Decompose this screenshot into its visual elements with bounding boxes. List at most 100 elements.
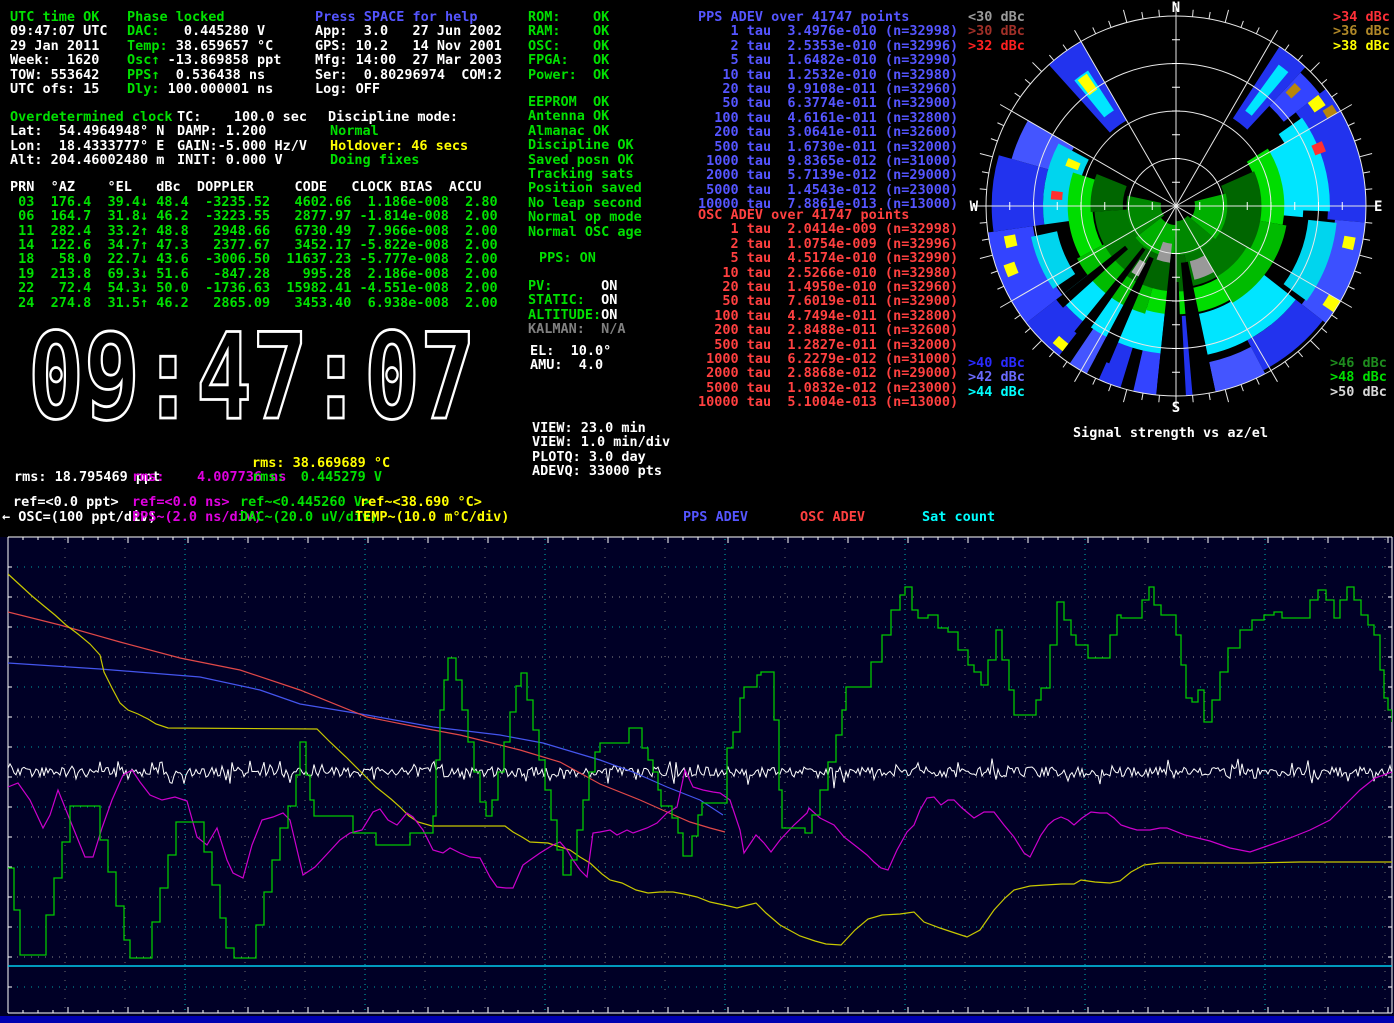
azimuth-tick <box>1360 153 1373 156</box>
sat-table-header: PRN °AZ °EL dBc DOPPLER CODE CLOCK BIAS … <box>10 180 481 194</box>
legend-gt34: >34 dBc <box>1333 10 1390 24</box>
azimuth-tick <box>1025 328 1030 332</box>
pps-adev-table-title: PPS ADEV over 41747 points <box>698 10 909 24</box>
legend-gt42: >42 dBc <box>968 370 1025 384</box>
osc-adev-table-row: 200 tau 2.8488e-011 (n=32600) <box>698 323 958 337</box>
osc-adev-table-row: 100 tau 4.7494e-011 (n=32800) <box>698 309 958 323</box>
legend-gt32: >32 dBc <box>968 39 1025 53</box>
pps-adev-table-row: 100 tau 4.6161e-011 (n=32800) <box>698 111 958 125</box>
osc-age-status: Normal OSC age <box>528 225 642 239</box>
azimuth-tick <box>1123 10 1126 23</box>
pps-adev-table-row: 2000 tau 5.7139e-012 (n=29000) <box>698 168 958 182</box>
lady-heather-screen: NSEW UTC time OK09:47:07 UTC29 Jan 2011W… <box>0 0 1394 1023</box>
lat: Lat: 54.4964948° N <box>10 124 164 138</box>
discipline-mode-label: Discipline mode: <box>328 110 458 124</box>
mfg-date: Mfg: 14:00 27 Mar 2003 <box>315 53 502 67</box>
legend-gt30: >30 dBc <box>968 24 1025 38</box>
tow: TOW: 553642 <box>10 68 99 82</box>
tracking-status: Tracking sats <box>528 167 634 181</box>
ref-osc: ref=<0.0 ppt> <box>13 495 119 509</box>
azimuth-tick <box>997 123 1003 126</box>
azimuth-tick <box>1093 27 1096 33</box>
osc-adev-table-row: 500 tau 1.2827e-011 (n=32000) <box>698 338 958 352</box>
azimuth-tick <box>1348 286 1354 289</box>
azimuth-tick <box>1365 189 1372 190</box>
discipline-status: Discipline OK <box>528 138 634 152</box>
azimuth-tick <box>1271 30 1278 41</box>
osc-adev-table-title: OSC ADEV over 41747 points <box>698 208 909 222</box>
azimuth-tick <box>1256 378 1259 384</box>
legend-gt46: >46 dBc <box>1330 356 1387 370</box>
damp: DAMP: 1.200 <box>177 124 266 138</box>
plot-queue: PLOTQ: 3.0 day <box>532 450 646 464</box>
digital-clock: 09:47:07 <box>28 308 476 446</box>
azimuth-tick <box>1363 239 1370 240</box>
azimuth-tick <box>1123 390 1126 403</box>
pps-adev-table-row: 5 tau 1.6482e-010 (n=32990) <box>698 53 958 67</box>
utc-status: UTC time OK <box>10 10 99 24</box>
ref-temp: ref~<38.690 °C> <box>360 495 482 509</box>
dly-readout: Dly: 100.000001 ns <box>127 82 273 96</box>
ref-pps: ref=<0.0 ns> <box>132 495 230 509</box>
pv-mode: PV: ON <box>528 279 617 293</box>
alt: Alt: 204.46002480 m <box>10 153 164 167</box>
azimuth-tick <box>1341 301 1352 308</box>
azimuth-tick <box>991 139 998 141</box>
polar-signal-map: NSEW <box>970 0 1383 416</box>
gps-week: Week: 1620 <box>10 53 99 67</box>
azimuth-tick <box>1049 55 1053 60</box>
phase-status: Phase locked <box>127 10 225 24</box>
azimuth-tick <box>1159 395 1160 402</box>
saved-posn-status: Saved posn OK <box>528 153 634 167</box>
sat-row: 06 164.7 31.8↓ 46.2 -3223.55 2877.97 -1.… <box>10 209 498 223</box>
rms-temp: rms: 38.669689 °C <box>252 456 390 470</box>
azimuth-tick <box>997 286 1003 289</box>
azimuth-tick <box>1332 93 1338 97</box>
pps-adev-table-row: 200 tau 3.0641e-011 (n=32600) <box>698 125 958 139</box>
position-saved-status: Position saved <box>528 181 642 195</box>
view-total: VIEW: 23.0 min <box>532 421 646 435</box>
osc-adev-table-row: 5 tau 4.5174e-010 (n=32990) <box>698 251 958 265</box>
ref-dac: ref~<0.445260 V> <box>240 495 370 509</box>
osc-adev-table-row: 2 tau 1.0754e-009 (n=32996) <box>698 237 958 251</box>
sat-row: 14 122.6 34.7↑ 47.3 2377.67 3452.17 -5.8… <box>10 238 498 252</box>
azimuth-tick <box>1015 315 1021 319</box>
osc-adev-table-row: 2000 tau 2.8868e-012 (n=29000) <box>698 366 958 380</box>
ram-status: RAM: OK <box>528 24 609 38</box>
legend-gt48: >48 dBc <box>1330 370 1387 384</box>
azimuth-tick <box>1365 223 1372 224</box>
azimuth-tick <box>1000 301 1011 308</box>
azimuth-tick <box>1298 352 1302 357</box>
pps-adev-table-row: 10 tau 1.2532e-010 (n=32980) <box>698 68 958 82</box>
azimuth-tick <box>1093 378 1096 384</box>
dac-readout: DAC: 0.445280 V <box>127 24 265 38</box>
azimuth-tick <box>982 239 989 240</box>
pps-adev-table-row: 2 tau 2.5353e-010 (n=32996) <box>698 39 958 53</box>
temp-readout: Temp: 38.659657 °C <box>127 39 273 53</box>
utc-offset: UTC ofs: 15 <box>10 82 99 96</box>
azimuth-tick <box>1209 12 1210 19</box>
azimuth-tick <box>1285 362 1289 368</box>
almanac-status: Almanac OK <box>528 124 609 138</box>
adev-queue: ADEVQ: 33000 pts <box>532 464 662 478</box>
azimuth-tick <box>982 172 989 173</box>
pps-adev-table-row: 5000 tau 1.4543e-012 (n=23000) <box>698 183 958 197</box>
tc: TC: 100.0 sec <box>177 110 307 124</box>
azimuth-tick <box>1193 10 1194 17</box>
azimuth-tick <box>1310 340 1319 349</box>
osc-adev-table-row: 20 tau 1.4950e-010 (n=32960) <box>698 280 958 294</box>
azimuth-tick <box>1271 371 1278 382</box>
amu-mask: AMU: 4.0 <box>530 358 603 372</box>
azimuth-tick <box>1142 393 1143 400</box>
osc-adev-table-row: 10000 tau 5.1004e-013 (n=13000) <box>698 395 958 409</box>
azimuth-tick <box>980 189 987 190</box>
init: INIT: 0.000 V <box>177 153 283 167</box>
legend-gt50: >50 dBc <box>1330 385 1387 399</box>
azimuth-tick <box>1360 255 1373 258</box>
osc-adev-table-row: 1000 tau 6.2279e-012 (n=31000) <box>698 352 958 366</box>
osc-adev-table-row: 50 tau 7.6019e-011 (n=32900) <box>698 294 958 308</box>
gps-version: GPS: 10.2 14 Nov 2001 <box>315 39 502 53</box>
pps-adev-table-row: 20 tau 9.9108e-011 (n=32960) <box>698 82 958 96</box>
azimuth-tick <box>1075 371 1082 382</box>
azimuth-tick <box>1015 93 1021 97</box>
